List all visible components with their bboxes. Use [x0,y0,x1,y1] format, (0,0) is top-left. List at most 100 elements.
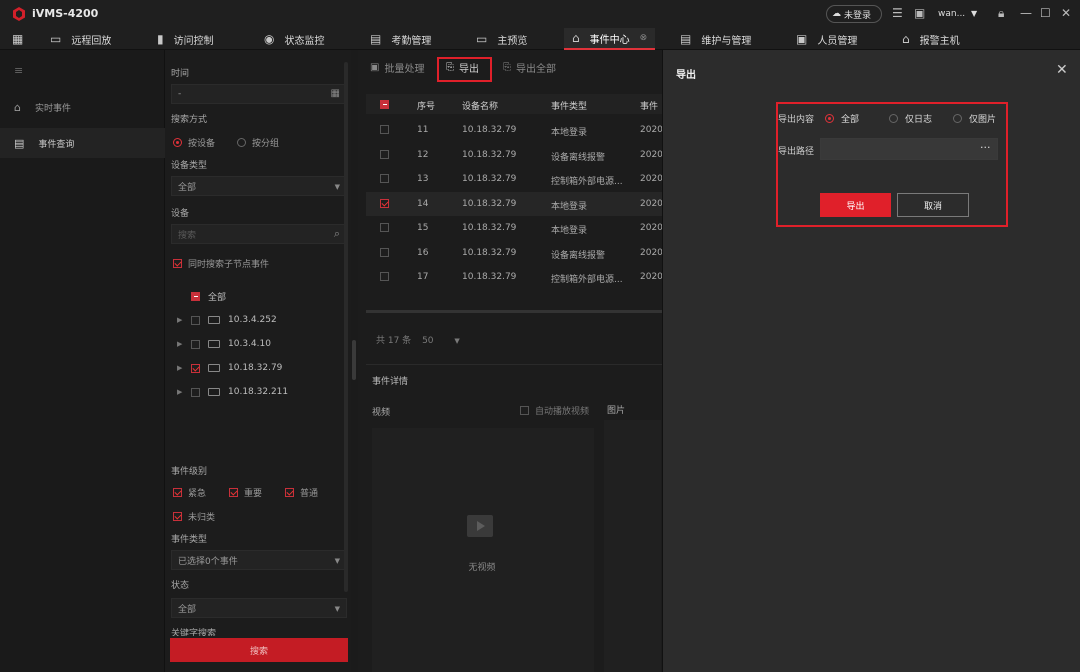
app-logo-icon [13,7,25,21]
export-path-input[interactable] [820,138,998,160]
row-checkbox[interactable] [380,248,389,257]
table-horizontal-scrollbar[interactable] [366,310,662,313]
person-icon: ▣ [796,32,808,46]
expand-arrow-icon[interactable]: ▶ [177,364,183,372]
table-row[interactable]: 13 10.18.32.79 控制箱外部电源... 2020 [366,167,663,191]
export-all-button[interactable]: ⎘ 导出全部 [503,60,556,75]
checkbox-icon[interactable] [191,315,200,325]
search-by-device-radio[interactable]: 按设备 [173,136,215,149]
export-picture-only-radio[interactable]: 仅图片 [953,112,996,125]
tree-device-row[interactable]: ▶ 10.18.32.79 [177,363,282,373]
search-button[interactable]: 搜索 [170,638,348,662]
user-name[interactable]: wan... [938,9,965,19]
collapse-menu-icon[interactable]: ≡ [14,64,23,77]
close-window-icon[interactable]: ✕ [1061,6,1071,20]
col-no: 序号 [417,102,436,112]
row-checkbox[interactable] [380,174,389,183]
login-status-button[interactable]: ☁ 未登录 [826,5,882,23]
minimize-icon[interactable]: — [1020,6,1032,20]
page-size-select[interactable]: 50 [422,336,433,346]
table-row[interactable]: 15 10.18.32.79 本地登录 2020 [366,216,663,240]
login-status-text: 未登录 [844,10,872,21]
menu-attendance[interactable]: ▤ 考勤管理 [370,28,431,50]
menu-alarm-host[interactable]: ⌂ 报警主机 [902,28,960,50]
event-type-label: 事件类型 [171,535,208,545]
tab-close-icon[interactable]: ⊗ [640,33,648,43]
export-button-highlight [437,57,492,82]
device-label: 设备 [171,209,190,219]
table-header [366,94,662,114]
chevron-down-icon[interactable]: ▼ [454,337,459,345]
row-checkbox[interactable] [380,223,389,232]
browse-more-icon[interactable]: ··· [980,141,991,154]
row-checkbox[interactable] [380,150,389,159]
nav-realtime-events[interactable]: ⌂ 实时事件 [0,92,165,122]
menu-main-preview[interactable]: ▭ 主预览 [476,28,527,50]
table-row[interactable]: 16 10.18.32.79 设备离线报警 2020 [366,241,663,265]
video-player[interactable] [372,428,594,672]
search-by-group-radio[interactable]: 按分组 [237,136,279,149]
search-icon[interactable]: ⌕ [334,227,340,241]
device-type-select[interactable]: 全部 ▼ [171,176,347,196]
expand-arrow-icon[interactable]: ▶ [177,316,183,324]
table-row[interactable]: 14 10.18.32.79 本地登录 2020 [366,192,663,216]
total-count: 共 17 条 [376,336,412,346]
checkbox-icon[interactable] [191,339,200,349]
left-nav: ≡ ⌂ 实时事件 ▤ 事件查询 [0,50,165,672]
include-children-checkbox[interactable]: 同时搜索子节点事件 [173,257,269,270]
checkbox-checked-icon[interactable] [191,363,200,373]
tree-device-row[interactable]: ▶ 10.3.4.252 [177,315,277,325]
menu-maintenance[interactable]: ▤ 维护与管理 [680,28,751,50]
menu-person-management[interactable]: ▣ 人员管理 [796,28,857,50]
tree-device-row[interactable]: ▶ 10.3.4.10 [177,339,271,349]
export-path-label: 导出路径 [778,147,815,157]
time-range-input[interactable]: - ▦ [171,84,347,104]
select-all-checkbox[interactable] [380,99,389,109]
export-log-only-radio[interactable]: 仅日志 [889,112,932,125]
table-row[interactable]: 11 10.18.32.79 本地登录 2020 [366,118,663,142]
status-select[interactable]: 全部 ▼ [171,598,347,618]
batch-icon: ▣ [370,62,380,73]
image-icon[interactable]: ▣ [914,6,925,20]
event-type-select[interactable]: 已选择0个事件 ▼ [171,550,347,570]
export-all-radio[interactable]: 全部 [825,112,859,125]
checkbox-icon[interactable] [191,387,200,397]
menu-status-monitor[interactable]: ◉ 状态监控 [264,28,324,50]
maximize-icon[interactable]: ☐ [1040,6,1051,20]
menu-event-center[interactable]: ⌂ 事件中心 ⊗ [564,28,656,50]
table-row[interactable]: 17 10.18.32.79 控制箱外部电源... 2020 [366,265,663,289]
cancel-button[interactable]: 取消 [897,193,969,217]
level-unclassified-checkbox[interactable]: 未归类 [173,510,215,523]
expand-arrow-icon[interactable]: ▶ [177,388,183,396]
checkbox-checked-icon [285,488,294,497]
export-confirm-button[interactable]: 导出 [820,193,891,217]
list-icon[interactable]: ☰ [892,6,903,20]
filter-scrollbar[interactable] [344,62,348,592]
tree-device-row[interactable]: ▶ 10.18.32.211 [177,387,288,397]
expand-arrow-icon[interactable]: ▶ [177,340,183,348]
panel-resize-handle[interactable] [352,340,356,380]
level-urgent-checkbox[interactable]: 紧急 [173,486,206,499]
nav-event-search[interactable]: ▤ 事件查询 [0,128,165,158]
checkbox-checked-icon [173,512,182,521]
menu-access-control[interactable]: ▮ 访问控制 [157,28,214,50]
menu-remote-playback[interactable]: ▭ 远程回放 [50,28,111,50]
level-important-checkbox[interactable]: 重要 [229,486,262,499]
search-list-icon: ▤ [14,136,25,150]
door-icon: ▮ [157,32,164,46]
autoplay-checkbox[interactable]: 自动播放视频 [520,404,589,417]
table-row[interactable]: 12 10.18.32.79 设备离线报警 2020 [366,143,663,167]
close-icon[interactable]: ✕ [1056,62,1068,78]
row-checkbox[interactable] [380,272,389,281]
user-dropdown-icon[interactable]: ▼ [971,9,977,18]
device-search-input[interactable]: 搜索 ⌕ [171,224,347,244]
lock-icon[interactable]: 🔒︎ [998,6,1004,21]
level-normal-checkbox[interactable]: 普通 [285,486,318,499]
tree-all[interactable]: 全部 [191,290,226,303]
row-checkbox[interactable] [380,199,389,208]
grid-menu-icon[interactable]: ▦ [12,32,23,46]
row-checkbox[interactable] [380,125,389,134]
batch-process-button[interactable]: ▣ 批量处理 [370,60,424,75]
pager: 共 17 条 50 ▼ [376,333,460,346]
calendar-icon[interactable]: ▦ [331,88,340,99]
